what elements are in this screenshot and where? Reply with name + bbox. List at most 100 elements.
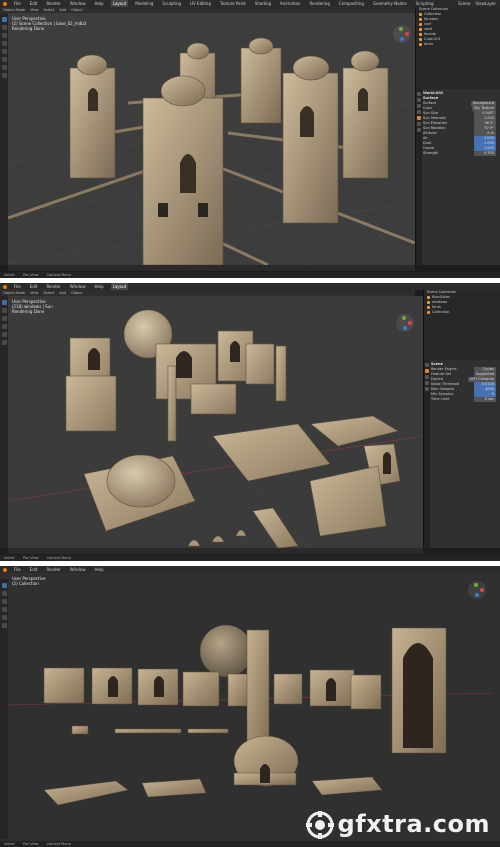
world-tab-icon[interactable] — [417, 116, 421, 120]
rotate-tool-icon[interactable] — [1, 41, 7, 46]
prop-value[interactable]: 0.350 — [474, 151, 496, 156]
navigation-gizmo[interactable] — [396, 314, 414, 332]
3d-viewport[interactable]: User Perspective (2) Scene Collection | … — [8, 13, 415, 265]
prop-value[interactable]: 0 sec — [474, 397, 496, 402]
output-tab-icon[interactable] — [425, 375, 429, 379]
rotate-tool-icon[interactable] — [1, 607, 7, 612]
viewport-info: User Perspective (2) Collection — [12, 576, 46, 586]
screenshot-panel-1: File Edit Render Window Help Layout Mode… — [0, 0, 500, 278]
menu-render[interactable]: Render — [44, 283, 62, 290]
z-axis-icon[interactable] — [475, 593, 479, 597]
watermark-logo: gfxtra.com — [305, 810, 490, 839]
menu-render[interactable]: Render — [44, 0, 62, 7]
menu-edit[interactable]: Edit — [28, 283, 40, 290]
blender-logo-icon[interactable] — [3, 284, 7, 289]
scale-tool-icon[interactable] — [1, 49, 7, 54]
menu-window[interactable]: Window — [68, 283, 88, 290]
material-tab-icon[interactable] — [417, 128, 421, 132]
menu-window[interactable]: Window — [68, 0, 88, 7]
scene-tab-icon[interactable] — [417, 110, 421, 114]
scale-tool-icon[interactable] — [1, 615, 7, 620]
navigation-gizmo[interactable] — [393, 25, 411, 43]
transform-tool-icon[interactable] — [1, 623, 7, 628]
menu-help[interactable]: Help — [92, 0, 105, 7]
navigation-gizmo[interactable] — [468, 581, 486, 599]
cursor-tool-icon[interactable] — [1, 591, 7, 596]
3d-viewport[interactable]: User Perspective (218) windows | Sun Ren… — [8, 296, 423, 548]
view-layer-selector[interactable]: ViewLayer — [475, 0, 496, 7]
tab-rendering[interactable]: Rendering — [307, 0, 331, 7]
status-pan: Pan View — [22, 842, 39, 846]
tab-shading[interactable]: Shading — [253, 0, 273, 7]
collection-icon — [419, 13, 422, 16]
transform-tool-icon[interactable] — [1, 57, 7, 62]
timeline-bar[interactable] — [8, 548, 423, 554]
cursor-tool-icon[interactable] — [1, 25, 7, 30]
world-tab-icon[interactable] — [425, 387, 429, 391]
render-tab-icon[interactable] — [417, 98, 421, 102]
cursor-tool-icon[interactable] — [1, 308, 7, 313]
render-status: Rendering Done — [12, 309, 45, 314]
y-axis-icon[interactable] — [474, 583, 478, 587]
outliner-panel: Scene Collection Collection fountain roo… — [415, 7, 500, 89]
menu-render[interactable]: Render — [44, 566, 62, 573]
outliner-item[interactable]: Collection — [424, 310, 500, 315]
x-axis-icon[interactable] — [408, 321, 412, 325]
properties-panel: Scene Render Engine Cycles Feature Set Sup… — [423, 360, 500, 548]
menu-help[interactable]: Help — [92, 566, 105, 573]
x-axis-icon[interactable] — [405, 32, 409, 36]
tool-tab-icon[interactable] — [425, 363, 429, 367]
outliner-item[interactable]: other — [416, 42, 500, 47]
z-axis-icon[interactable] — [400, 37, 404, 41]
tab-scripting[interactable]: Scripting — [414, 0, 436, 7]
tab-animation[interactable]: Animation — [278, 0, 302, 7]
tab-compositing[interactable]: Compositing — [337, 0, 366, 7]
output-tab-icon[interactable] — [417, 104, 421, 108]
z-axis-icon[interactable] — [403, 326, 407, 330]
menu-file[interactable]: File — [12, 566, 23, 573]
menu-file[interactable]: File — [12, 283, 23, 290]
scene-selector[interactable]: Scene — [458, 0, 470, 7]
render-tab-icon[interactable] — [425, 369, 429, 373]
select-tool-icon[interactable] — [1, 300, 7, 305]
tab-geometry-nodes[interactable]: Geometry Nodes — [371, 0, 409, 7]
y-axis-icon[interactable] — [402, 316, 406, 320]
menu-window[interactable]: Window — [68, 566, 88, 573]
annotate-tool-icon[interactable] — [1, 65, 7, 70]
transform-tool-icon[interactable] — [1, 340, 7, 345]
menu-edit[interactable]: Edit — [28, 0, 40, 7]
move-tool-icon[interactable] — [1, 316, 7, 321]
tab-modeling[interactable]: Modeling — [133, 0, 155, 7]
tab-layout[interactable]: Layout — [110, 0, 129, 7]
blender-logo-icon[interactable] — [3, 567, 7, 572]
object-icon — [419, 18, 422, 21]
status-select: Select — [4, 842, 15, 846]
scene-tab-icon[interactable] — [425, 381, 429, 385]
y-axis-icon[interactable] — [399, 27, 403, 31]
3d-viewport[interactable]: User Perspective (2) Collection — [8, 573, 492, 841]
select-tool-icon[interactable] — [1, 583, 7, 588]
tab-layout[interactable]: Layout — [110, 283, 129, 290]
rotate-tool-icon[interactable] — [1, 324, 7, 329]
prop-label: Time Limit — [431, 397, 450, 401]
tool-tab-icon[interactable] — [417, 92, 421, 96]
timeline-bar[interactable] — [8, 265, 415, 271]
object-tab-icon[interactable] — [417, 122, 421, 126]
menu-edit[interactable]: Edit — [28, 566, 40, 573]
tab-texture-paint[interactable]: Texture Paint — [218, 0, 248, 7]
menu-help[interactable]: Help — [92, 283, 105, 290]
menu-file[interactable]: File — [12, 0, 23, 7]
properties-body: Scene Render Engine Cycles Feature Set Sup… — [431, 362, 498, 402]
blender-logo-icon[interactable] — [3, 1, 7, 6]
x-axis-icon[interactable] — [480, 588, 484, 592]
tab-uv-editing[interactable]: UV Editing — [188, 0, 213, 7]
move-tool-icon[interactable] — [1, 599, 7, 604]
viewport-info: User Perspective (218) windows | Sun Ren… — [12, 299, 53, 314]
prop-row[interactable]: Strength 0.350 — [423, 151, 498, 156]
scale-tool-icon[interactable] — [1, 332, 7, 337]
prop-row[interactable]: Time Limit 0 sec — [431, 397, 498, 402]
measure-tool-icon[interactable] — [1, 73, 7, 78]
move-tool-icon[interactable] — [1, 33, 7, 38]
tab-sculpting[interactable]: Sculpting — [160, 0, 183, 7]
select-tool-icon[interactable] — [1, 17, 7, 22]
